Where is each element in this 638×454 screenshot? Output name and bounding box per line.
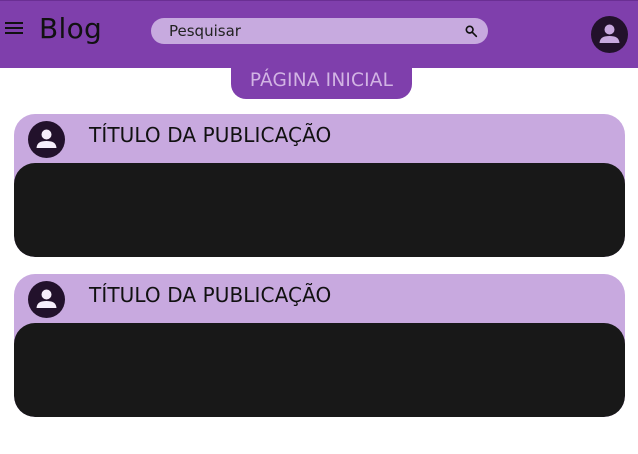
person-icon bbox=[36, 289, 57, 308]
post-content-placeholder bbox=[14, 163, 625, 257]
post-title: TÍTULO DA PUBLICAÇÃO bbox=[89, 123, 332, 147]
post-avatar bbox=[28, 281, 65, 318]
user-avatar[interactable] bbox=[591, 16, 628, 53]
search-bar[interactable] bbox=[151, 18, 488, 44]
app-title: Blog bbox=[39, 12, 103, 45]
post-title: TÍTULO DA PUBLICAÇÃO bbox=[89, 283, 332, 307]
post-content-placeholder bbox=[14, 323, 625, 417]
menu-icon[interactable] bbox=[5, 21, 23, 35]
person-icon bbox=[36, 129, 57, 148]
post-card: TÍTULO DA PUBLICAÇÃO bbox=[14, 114, 625, 257]
person-icon bbox=[599, 24, 620, 43]
home-nav-button[interactable]: PÁGINA INICIAL bbox=[231, 61, 412, 99]
top-app-bar: Blog bbox=[0, 0, 638, 68]
search-icon[interactable] bbox=[463, 23, 479, 39]
search-input[interactable] bbox=[151, 18, 451, 44]
post-card: TÍTULO DA PUBLICAÇÃO bbox=[14, 274, 625, 417]
post-avatar bbox=[28, 121, 65, 158]
